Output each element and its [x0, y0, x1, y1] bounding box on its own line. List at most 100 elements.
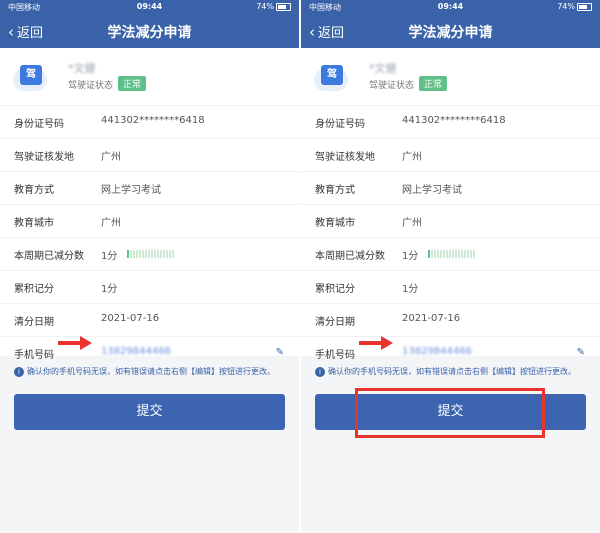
progress-segment [127, 250, 129, 258]
progress-segment [473, 250, 475, 258]
submit-button[interactable]: 提交 [14, 394, 285, 430]
progress-segment [130, 250, 132, 258]
row-value: 网上学习考试 [402, 185, 462, 196]
progress-segment [446, 250, 448, 258]
row-education-mode: 教育方式 网上学习考试 [0, 172, 299, 205]
pencil-icon[interactable]: ✎ [577, 347, 585, 358]
row-clear-date: 清分日期 2021-07-16 [301, 304, 600, 337]
notice-text: 确认你的手机号码无误，如有错误请点击右侧【编辑】按钮进行更改。 [27, 367, 275, 376]
progress-segment [157, 250, 159, 258]
progress-segment [133, 250, 135, 258]
progress-segment [136, 250, 138, 258]
row-label: 累积记分 [14, 284, 54, 295]
row-label: 教育方式 [14, 185, 54, 196]
right-screen: 中国移动 09:44 74% ‹ 返回 学法减分申请 驾 *文健 驾驶证状态 正常… [301, 0, 600, 533]
progress-segment [461, 250, 463, 258]
info-card: 驾 *文健 驾驶证状态 正常 身份证号码 441302********6418 驾… [301, 48, 600, 370]
user-name: *文健 [369, 62, 397, 75]
row-label: 累积记分 [315, 284, 355, 295]
row-value: 1分 [402, 251, 419, 262]
row-value: 2021-07-16 [402, 313, 461, 324]
row-label: 清分日期 [14, 317, 54, 328]
points-progress-bar [127, 250, 174, 258]
progress-segment [434, 250, 436, 258]
row-value: 1分 [101, 284, 118, 295]
progress-segment [166, 250, 168, 258]
progress-segment [458, 250, 460, 258]
license-avatar-icon: 驾 [13, 61, 51, 93]
row-value: 广州 [402, 218, 422, 229]
left-screen: 中国移动 09:44 74% ‹ 返回 学法减分申请 驾 *文健 驾驶证状态 正常… [0, 0, 299, 533]
progress-segment [437, 250, 439, 258]
progress-segment [148, 250, 150, 258]
status-bar: 中国移动 09:44 74% [301, 0, 600, 14]
notice-text-wrap: i 确认你的手机号码无误，如有错误请点击右侧【编辑】按钮进行更改。 [315, 366, 595, 377]
status-bar: 中国移动 09:44 74% [0, 0, 299, 14]
row-points-reduced: 本周期已减分数 1分 [0, 238, 299, 271]
nav-bar: ‹ 返回 学法减分申请 [301, 14, 600, 48]
battery-indicator: 74% [256, 2, 291, 11]
row-label: 本周期已减分数 [14, 251, 84, 262]
profile-header: 驾 *文健 驾驶证状态 正常 [0, 48, 299, 106]
progress-segment [142, 250, 144, 258]
row-points-reduced: 本周期已减分数 1分 [301, 238, 600, 271]
progress-segment [169, 250, 171, 258]
progress-segment [151, 250, 153, 258]
progress-segment [163, 250, 165, 258]
row-label: 手机号码 [14, 350, 54, 361]
row-education-city: 教育城市 广州 [0, 205, 299, 238]
row-accumulated-points: 累积记分 1分 [0, 271, 299, 304]
row-clear-date: 清分日期 2021-07-16 [0, 304, 299, 337]
row-value: 1分 [402, 284, 419, 295]
row-education-city: 教育城市 广州 [301, 205, 600, 238]
row-label: 教育方式 [315, 185, 355, 196]
phone-value: 13829844466 [402, 346, 472, 357]
points-progress-bar [428, 250, 475, 258]
red-arrow-annotation [58, 336, 94, 350]
row-value: 1分 [101, 251, 118, 262]
row-license-place: 驾驶证核发地 广州 [301, 139, 600, 172]
row-label: 驾驶证核发地 [14, 152, 74, 163]
progress-segment [449, 250, 451, 258]
red-arrow-annotation [359, 336, 395, 350]
row-value: 广州 [101, 218, 121, 229]
progress-segment [440, 250, 442, 258]
progress-segment [139, 250, 141, 258]
clock: 09:44 [437, 2, 464, 11]
row-label: 教育城市 [315, 218, 355, 229]
progress-segment [431, 250, 433, 258]
progress-segment [455, 250, 457, 258]
progress-segment [470, 250, 472, 258]
row-license-place: 驾驶证核发地 广州 [0, 139, 299, 172]
row-value: 441302********6418 [101, 115, 205, 126]
progress-segment [467, 250, 469, 258]
phone-value: 13829844466 [101, 346, 171, 357]
row-value: 网上学习考试 [101, 185, 161, 196]
row-value: 441302********6418 [402, 115, 506, 126]
status-badge: 正常 [118, 76, 147, 91]
progress-segment [154, 250, 156, 258]
user-name: *文健 [68, 62, 96, 75]
profile-header: 驾 *文健 驾驶证状态 正常 [301, 48, 600, 106]
license-avatar-icon: 驾 [314, 61, 352, 93]
battery-icon [276, 2, 291, 11]
battery-indicator: 74% [557, 2, 592, 11]
avatar-glyph: 驾 [321, 65, 343, 85]
pencil-icon[interactable]: ✎ [276, 347, 284, 358]
row-accumulated-points: 累积记分 1分 [301, 271, 600, 304]
row-value: 2021-07-16 [101, 313, 160, 324]
row-label: 清分日期 [315, 317, 355, 328]
status-badge: 正常 [419, 76, 448, 91]
row-label: 驾驶证核发地 [315, 152, 375, 163]
license-status-label: 驾驶证状态 [68, 81, 114, 91]
notice-text-wrap: i 确认你的手机号码无误，如有错误请点击右侧【编辑】按钮进行更改。 [14, 366, 294, 377]
row-value: 广州 [402, 152, 422, 163]
page-title: 学法减分申请 [408, 25, 493, 41]
nav-bar: ‹ 返回 学法减分申请 [0, 14, 299, 48]
row-id-number: 身份证号码 441302********6418 [301, 106, 600, 139]
progress-segment [428, 250, 430, 258]
notice-text: 确认你的手机号码无误，如有错误请点击右侧【编辑】按钮进行更改。 [328, 367, 576, 376]
progress-segment [160, 250, 162, 258]
page-title: 学法减分申请 [107, 25, 192, 41]
progress-segment [443, 250, 445, 258]
